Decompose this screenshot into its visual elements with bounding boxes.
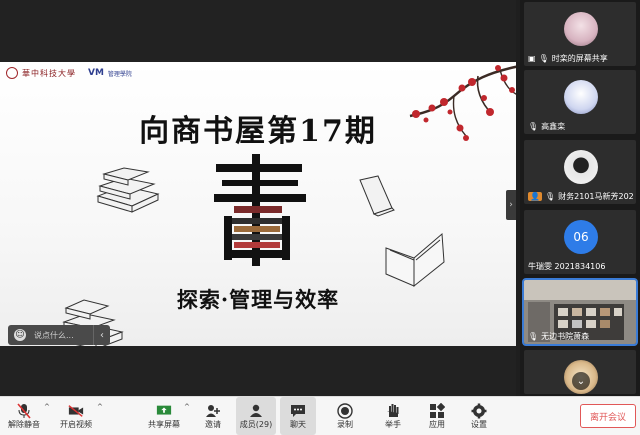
presentation-slide: 華中科技大學 VM 管理學院 向商书屋第17期 探索·管理与效率 bbox=[0, 62, 516, 346]
chat-button[interactable]: 聊天 bbox=[280, 397, 316, 435]
open-book-illustration bbox=[385, 232, 445, 288]
avatar bbox=[564, 12, 598, 46]
settings-label: 设置 bbox=[471, 419, 487, 429]
add-user-icon bbox=[205, 403, 221, 419]
logo-vm: VM bbox=[88, 68, 104, 78]
hand-icon bbox=[385, 403, 401, 419]
mic-muted-icon: 🎙 bbox=[528, 122, 539, 131]
video-off-icon bbox=[68, 403, 84, 419]
mic-muted-icon bbox=[16, 402, 32, 419]
participant-tile[interactable]: 👤 🎙 财务2101马新芳202151... bbox=[524, 140, 636, 204]
participant-tile[interactable]: ▣ 🎙 时栾的屏幕共享 bbox=[524, 2, 636, 66]
unmute-label: 解除静音 bbox=[8, 419, 40, 429]
chevron-up-icon[interactable]: ^ bbox=[184, 403, 190, 411]
leave-meeting-button[interactable]: 离开会议 bbox=[580, 404, 636, 428]
members-icon bbox=[248, 403, 264, 419]
meeting-toolbar: 解除静音 ^ 开启视频 ^ 共享屏幕 ^ 邀请 成员(29) 聊天 录制 举手 … bbox=[0, 396, 640, 435]
mic-muted-icon: 🎙 bbox=[544, 192, 556, 201]
record-icon bbox=[337, 402, 353, 419]
apps-button[interactable]: 应用 bbox=[422, 397, 452, 435]
chat-label: 聊天 bbox=[290, 419, 306, 429]
start-video-label: 开启视频 bbox=[60, 419, 92, 429]
record-label: 录制 bbox=[337, 419, 353, 429]
collapse-panel-button[interactable]: › bbox=[506, 190, 516, 220]
chat-icon bbox=[290, 403, 306, 419]
participant-name: 时栾的屏幕共享 bbox=[551, 54, 608, 63]
logo-text: 華中科技大學 bbox=[22, 68, 76, 78]
slide-subtitle: 探索·管理与效率 bbox=[176, 287, 340, 312]
institution-logo: 華中科技大學 VM 管理學院 bbox=[6, 67, 132, 79]
raise-hand-label: 举手 bbox=[385, 419, 401, 429]
chat-placeholder: 说点什么... bbox=[34, 330, 74, 340]
start-video-button[interactable]: 开启视频 bbox=[56, 397, 96, 435]
participant-name: 财务2101马新芳202151... bbox=[558, 192, 634, 201]
shared-screen-area: 華中科技大學 VM 管理學院 向商书屋第17期 探索·管理与效率 ☺ 说点什么.… bbox=[0, 0, 516, 396]
mic-muted-icon: 🎙 bbox=[538, 54, 549, 63]
scroll-down-icon[interactable]: ⌄ bbox=[572, 372, 590, 390]
chevron-left-icon[interactable]: ‹ bbox=[93, 325, 110, 345]
participant-name: 高鑫栾 bbox=[541, 122, 566, 131]
participant-tile[interactable]: 🎙 高鑫栾 bbox=[524, 70, 636, 134]
university-seal-icon bbox=[6, 67, 18, 79]
participant-tile[interactable]: ⌄ bbox=[524, 350, 636, 394]
calligraphy-book-character bbox=[212, 154, 308, 266]
invite-button[interactable]: 邀请 bbox=[198, 397, 228, 435]
participant-tile[interactable]: 06 牛瑞雯 2021834106 bbox=[524, 210, 636, 274]
invite-label: 邀请 bbox=[205, 419, 221, 429]
book-stack-illustration bbox=[96, 167, 160, 213]
share-screen-button[interactable]: 共享屏幕 bbox=[144, 397, 184, 435]
gear-icon bbox=[471, 403, 487, 419]
members-label: 成员(29) bbox=[239, 419, 273, 429]
avatar bbox=[564, 150, 598, 184]
chevron-up-icon[interactable]: ^ bbox=[97, 403, 103, 411]
raise-hand-button[interactable]: 举手 bbox=[378, 397, 408, 435]
members-button[interactable]: 成员(29) bbox=[236, 397, 276, 435]
settings-button[interactable]: 设置 bbox=[464, 397, 494, 435]
share-screen-label: 共享屏幕 bbox=[148, 419, 180, 429]
avatar: 06 bbox=[564, 220, 598, 254]
unmute-button[interactable]: 解除静音 bbox=[6, 397, 42, 435]
record-button[interactable]: 录制 bbox=[330, 397, 360, 435]
screen-share-icon: ▣ bbox=[528, 54, 536, 63]
slide-title: 向商书屋第17期 bbox=[139, 114, 377, 149]
single-book-illustration bbox=[359, 175, 395, 217]
chat-input[interactable]: ☺ 说点什么... ‹ bbox=[8, 325, 110, 345]
smile-icon[interactable]: ☺ bbox=[14, 329, 26, 341]
participant-tile-active[interactable]: 🎙 无边书院萧森 bbox=[522, 278, 638, 346]
mic-muted-icon: 🎙 bbox=[528, 332, 539, 341]
participant-name: 无边书院萧森 bbox=[541, 332, 590, 341]
share-screen-icon bbox=[156, 403, 172, 419]
apps-icon bbox=[429, 402, 445, 419]
apps-label: 应用 bbox=[429, 419, 445, 429]
participant-panel: ▣ 🎙 时栾的屏幕共享 🎙 高鑫栾 👤 🎙 财务2101马新芳202151...… bbox=[520, 0, 640, 396]
chevron-up-icon[interactable]: ^ bbox=[44, 403, 50, 411]
avatar bbox=[564, 80, 598, 114]
person-icon: 👤 bbox=[528, 192, 542, 201]
participant-name: 牛瑞雯 2021834106 bbox=[528, 262, 606, 271]
logo-subtext: 管理學院 bbox=[107, 70, 132, 78]
